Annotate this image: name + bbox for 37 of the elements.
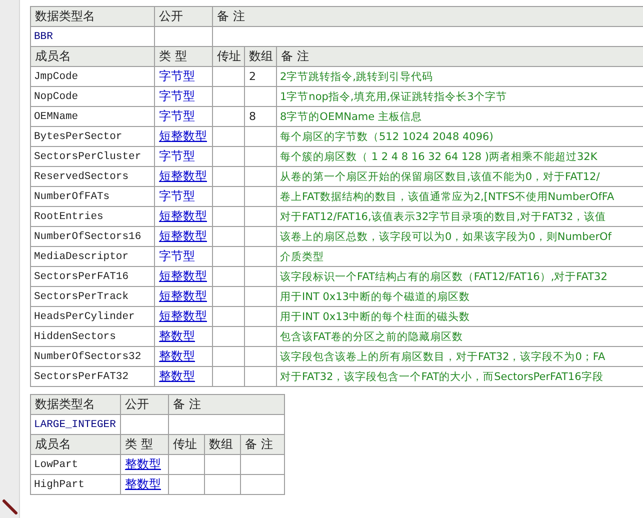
header-cell: 传址 bbox=[168, 434, 204, 454]
header-cell: 成员名 bbox=[30, 434, 120, 454]
member-name-cell: NumberOfSectors32 bbox=[30, 346, 154, 366]
header-cell: 数据类型名 bbox=[30, 6, 154, 26]
header-cell: 公开 bbox=[120, 394, 168, 414]
header-cell: 成员名 bbox=[30, 46, 154, 66]
member-name-cell: BytesPerSector bbox=[30, 126, 154, 146]
member-name-cell: SectorsPerFAT32 bbox=[30, 366, 154, 386]
member-name-cell: SectorsPerFAT16 bbox=[30, 266, 154, 286]
header-cell: 备 注 bbox=[240, 434, 284, 454]
header-cell: 数据类型名 bbox=[30, 394, 120, 414]
header-cell: 备 注 bbox=[276, 46, 643, 66]
member-name-cell: NopCode bbox=[30, 86, 154, 106]
member-name-cell: SectorsPerTrack bbox=[30, 286, 154, 306]
header-cell: 类 型 bbox=[120, 434, 168, 454]
member-name-cell: NumberOfSectors16 bbox=[30, 226, 154, 246]
member-name-cell: SectorsPerCluster bbox=[30, 146, 154, 166]
pencil-icon[interactable] bbox=[2, 499, 18, 515]
member-name-cell: HiddenSectors bbox=[30, 326, 154, 346]
header-cell: 备 注 bbox=[212, 6, 643, 26]
header-cell: 公开 bbox=[154, 6, 212, 26]
member-name-cell: JmpCode bbox=[30, 66, 154, 86]
member-name-cell: NumberOfFATs bbox=[30, 186, 154, 206]
header-cell: 类 型 bbox=[154, 46, 212, 66]
member-name-cell: ReservedSectors bbox=[30, 166, 154, 186]
header-cell: 数组 bbox=[204, 434, 240, 454]
header-cell: 传址 bbox=[212, 46, 244, 66]
member-name-cell: OEMName bbox=[30, 106, 154, 126]
member-name-cell: HeadsPerCylinder bbox=[30, 306, 154, 326]
member-name-cell: MediaDescriptor bbox=[30, 246, 154, 266]
array-cell: 8 bbox=[244, 106, 276, 126]
header-cell: 数组 bbox=[244, 46, 276, 66]
array-cell: 2 bbox=[244, 66, 276, 86]
member-name-cell: HighPart bbox=[30, 474, 120, 494]
member-name-cell: LowPart bbox=[30, 454, 120, 474]
member-name-cell: RootEntries bbox=[30, 206, 154, 226]
header-cell: 备 注 bbox=[168, 394, 284, 414]
